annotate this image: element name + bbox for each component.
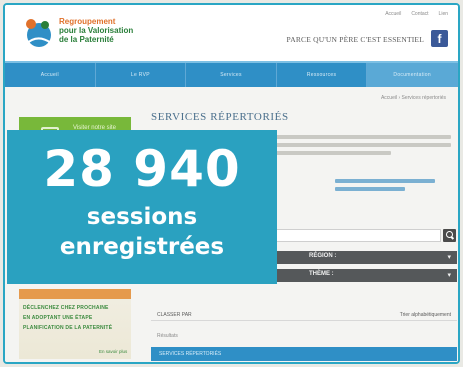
- banner-more-link[interactable]: En savoir plus: [99, 349, 127, 354]
- stat-label-line-2: enregistrées: [59, 234, 225, 260]
- nav-item-rvp[interactable]: Le RVP: [96, 63, 187, 87]
- nav-item-resources[interactable]: Ressources: [277, 63, 368, 87]
- nav-item-documentation[interactable]: Documentation: [367, 63, 458, 87]
- results-count: Résultats: [157, 333, 178, 339]
- banner-text: DÉCLENCHEZ CHEZ PROCHAINE EN ADOPTANT UN…: [23, 303, 112, 333]
- logo-line-3: de la Paternité: [59, 35, 114, 44]
- sidebar-banner[interactable]: DÉCLENCHEZ CHEZ PROCHAINE EN ADOPTANT UN…: [19, 289, 131, 359]
- region-select-label: RÉGION :: [309, 253, 337, 259]
- theme-select-label: THÈME :: [309, 271, 334, 277]
- site-header: Regroupement pour la Valorisation de la …: [5, 5, 458, 59]
- nav-item-home[interactable]: Accueil: [5, 63, 96, 87]
- results-sort-select[interactable]: Trier alphabétiquement: [400, 312, 451, 318]
- logo-icon[interactable]: [19, 15, 55, 49]
- page-title: SERVICES RÉPERTORIÉS: [151, 111, 289, 123]
- logo-line-2: pour la Valorisation: [59, 26, 134, 35]
- top-link-extra[interactable]: Lien: [439, 11, 448, 17]
- results-sort-label: CLASSER PAR: [157, 312, 192, 318]
- chevron-down-icon: ▾: [447, 272, 451, 279]
- main-nav: Accueil Le RVP Services Ressources Docum…: [5, 61, 458, 87]
- banner-strip: [19, 289, 131, 299]
- results-list-header[interactable]: SERVICES RÉPERTORIÉS: [151, 347, 457, 361]
- info-link[interactable]: [335, 187, 405, 191]
- nav-item-services[interactable]: Services: [186, 63, 277, 87]
- stat-label-line-1: sessions: [86, 204, 198, 230]
- search-icon[interactable]: [443, 229, 456, 242]
- site-tagline: PARCE QU'UN PÈRE C'EST ESSENTIEL: [286, 35, 424, 44]
- stat-number: 28 940: [43, 140, 241, 198]
- banner-line: PLANIFICATION DE LA PATERNITÉ: [23, 325, 113, 331]
- banner-line: DÉCLENCHEZ CHEZ PROCHAINE: [23, 305, 109, 311]
- banner-line: EN ADOPTANT UNE ÉTAPE: [23, 315, 93, 321]
- stat-overlay: 28 940 sessions enregistrées: [7, 130, 277, 284]
- top-link-home[interactable]: Accueil: [385, 11, 401, 17]
- logo-text[interactable]: Regroupement pour la Valorisation de la …: [59, 17, 133, 44]
- results-list-header-label: SERVICES RÉPERTORIÉS: [159, 351, 222, 357]
- chevron-down-icon: ▾: [447, 254, 451, 261]
- results-header: CLASSER PAR Trier alphabétiquement: [151, 309, 457, 321]
- facebook-icon[interactable]: f: [431, 30, 448, 47]
- logo-line-1: Regroupement: [59, 17, 116, 26]
- top-link-contact[interactable]: Contact: [411, 11, 428, 17]
- breadcrumb[interactable]: Accueil › Services répertoriés: [381, 95, 446, 101]
- top-links: Accueil Contact Lien: [385, 11, 448, 17]
- info-link[interactable]: [335, 179, 435, 183]
